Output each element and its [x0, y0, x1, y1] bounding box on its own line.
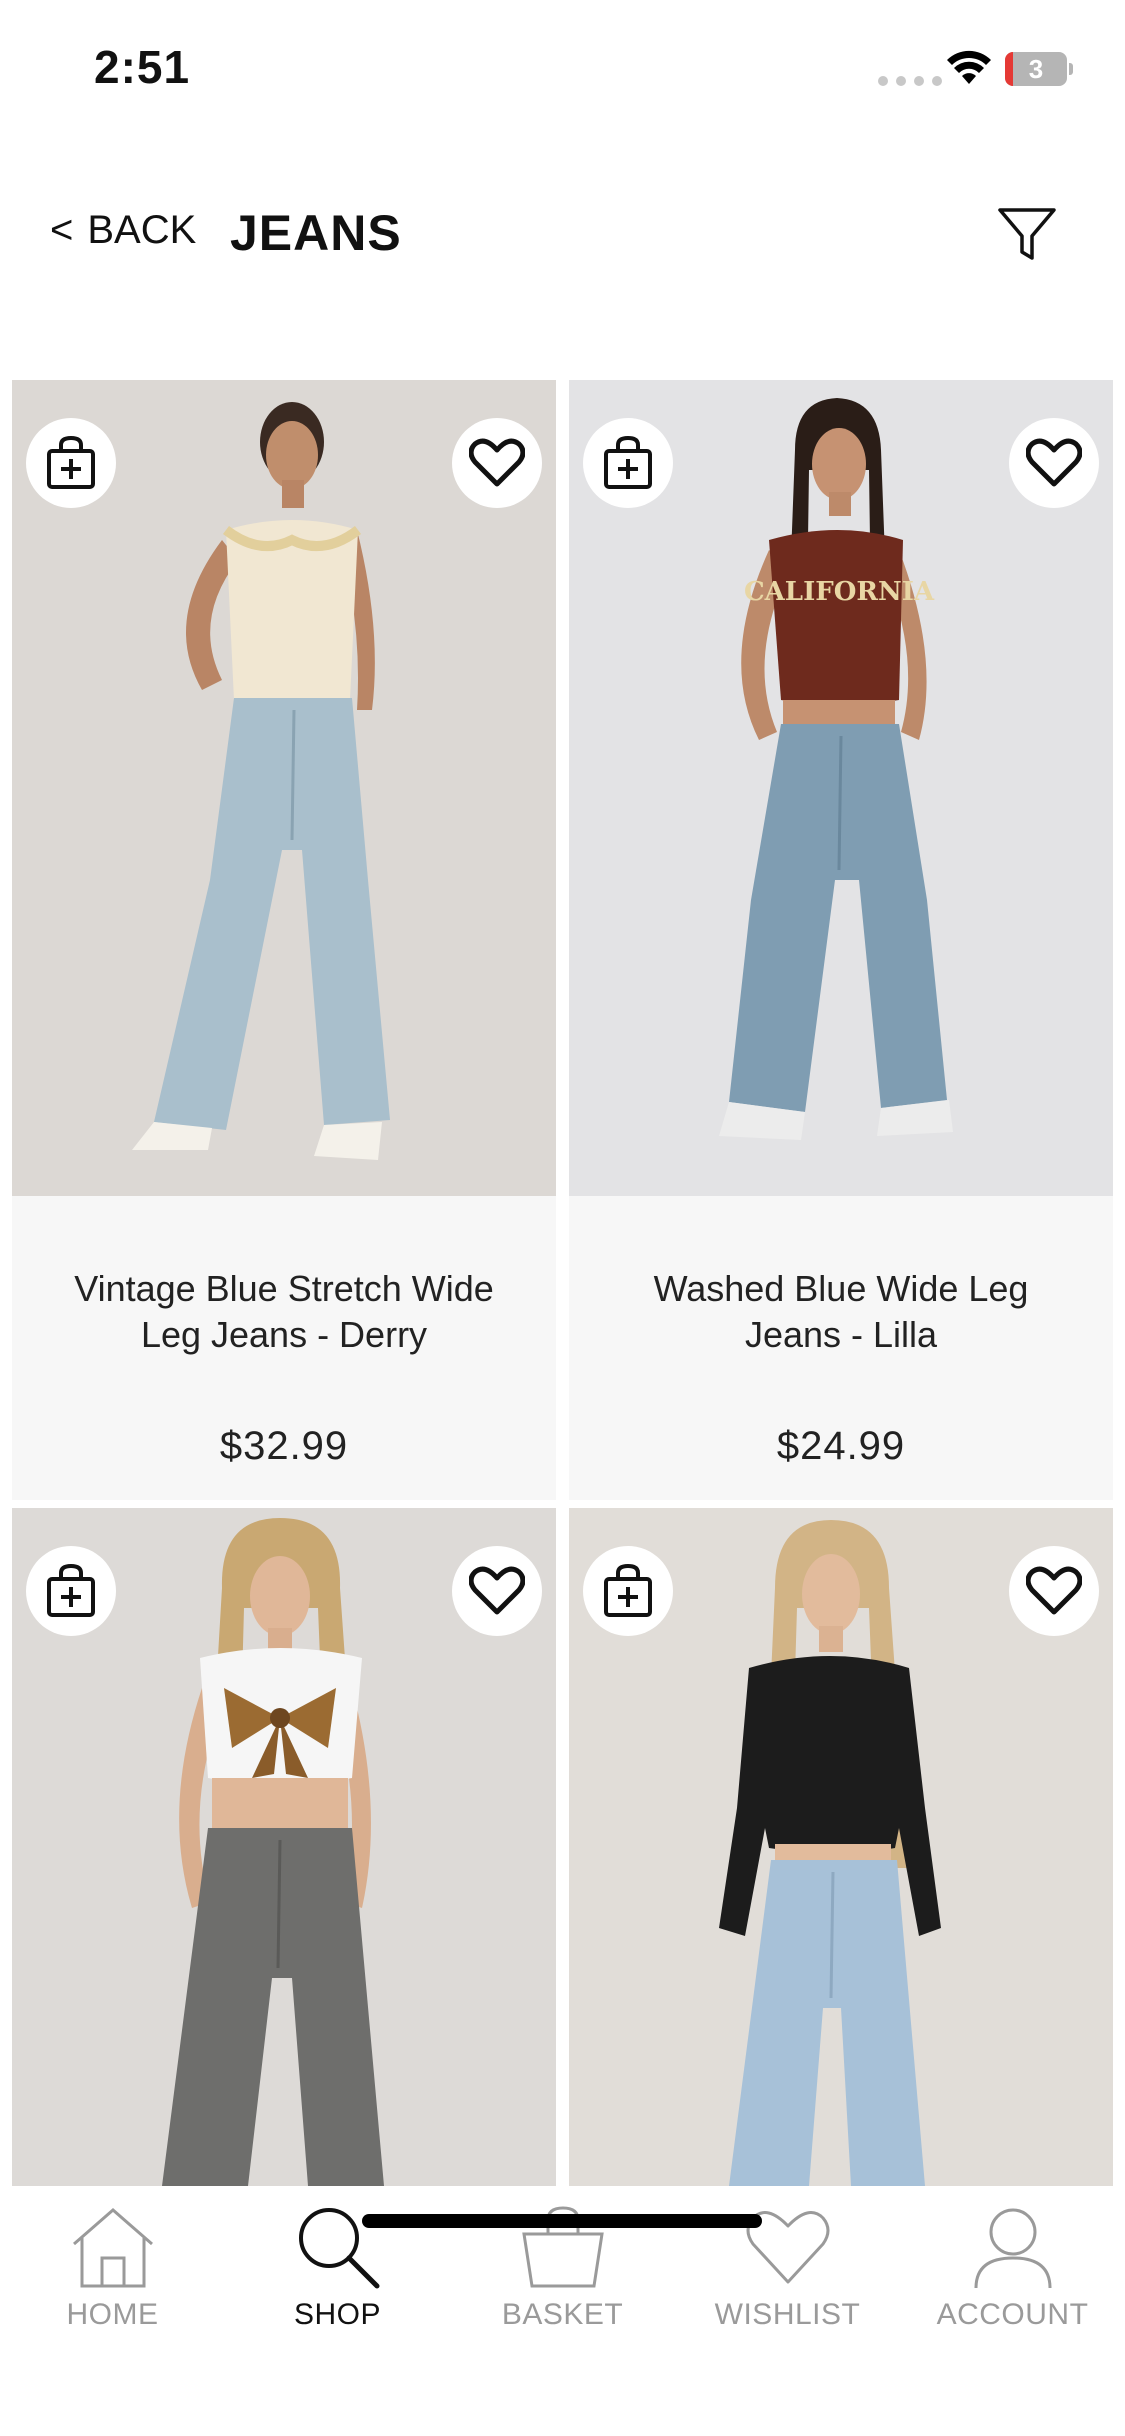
header: < BACK JEANS [0, 140, 1125, 340]
tab-bar: HOME SHOP BASKET WISHLIST ACCOUNT [0, 2186, 1125, 2436]
product-card[interactable]: Vintage Blue Stretch Wide Leg Jeans - De… [12, 380, 556, 1500]
wishlist-button[interactable] [1009, 418, 1099, 508]
home-icon [72, 2208, 153, 2288]
product-name[interactable]: Vintage Blue Stretch Wide Leg Jeans - De… [52, 1266, 516, 1358]
shopping-bag-plus-icon [604, 1563, 652, 1617]
product-card[interactable]: CALIFORNIA Washed Blue Wide Leg Jeans - … [569, 380, 1113, 1500]
wishlist-button[interactable] [1009, 1546, 1099, 1636]
tshirt-print: CALIFORNIA [744, 577, 935, 607]
tab-label: SHOP [293, 2298, 382, 2331]
tab-account[interactable]: ACCOUNT [900, 2202, 1125, 2352]
status-time: 2:51 [94, 41, 191, 93]
product-image[interactable] [569, 1508, 1113, 2186]
battery-level: 3 [1028, 54, 1044, 84]
back-chevron-icon: < [50, 208, 74, 252]
add-to-bag-button[interactable] [583, 418, 673, 508]
battery-icon: 3 [1005, 52, 1073, 86]
home-indicator [362, 2214, 762, 2228]
wishlist-button[interactable] [452, 418, 542, 508]
heart-icon [1026, 438, 1082, 487]
back-button[interactable]: < BACK [50, 208, 196, 253]
signal-strength-icon [878, 76, 942, 86]
product-image[interactable] [12, 1508, 556, 2186]
page-title: JEANS [230, 205, 402, 261]
add-to-bag-button[interactable] [583, 1546, 673, 1636]
product-price: $24.99 [776, 1424, 906, 1468]
product-card[interactable] [569, 1508, 1113, 2186]
filter-button[interactable] [992, 200, 1062, 270]
tab-label: HOME [66, 2298, 159, 2331]
shopping-bag-plus-icon [47, 435, 95, 489]
status-bar: 2:51 3 [0, 0, 1125, 140]
tab-label: WISHLIST [714, 2298, 861, 2331]
product-image[interactable] [12, 380, 556, 1196]
wishlist-button[interactable] [452, 1546, 542, 1636]
heart-icon [469, 1566, 525, 1615]
shopping-bag-plus-icon [604, 435, 652, 489]
shopping-bag-plus-icon [47, 1563, 95, 1617]
product-image[interactable]: CALIFORNIA [569, 380, 1113, 1196]
product-name[interactable]: Washed Blue Wide Leg Jeans - Lilla [609, 1266, 1073, 1358]
product-card[interactable] [12, 1508, 556, 2186]
heart-icon [1026, 1566, 1082, 1615]
add-to-bag-button[interactable] [26, 1546, 116, 1636]
heart-icon [469, 438, 525, 487]
tab-home[interactable]: HOME [0, 2202, 225, 2352]
back-label: BACK [87, 208, 197, 252]
wifi-icon [947, 50, 991, 84]
filter-icon [998, 208, 1056, 260]
tab-label: ACCOUNT [936, 2298, 1089, 2331]
tab-label: BASKET [501, 2298, 624, 2331]
product-price: $32.99 [219, 1424, 349, 1468]
product-info[interactable]: Washed Blue Wide Leg Jeans - Lilla $24.9… [569, 1196, 1113, 1500]
account-icon [974, 2208, 1051, 2289]
product-info[interactable]: Vintage Blue Stretch Wide Leg Jeans - De… [12, 1196, 556, 1500]
add-to-bag-button[interactable] [26, 418, 116, 508]
